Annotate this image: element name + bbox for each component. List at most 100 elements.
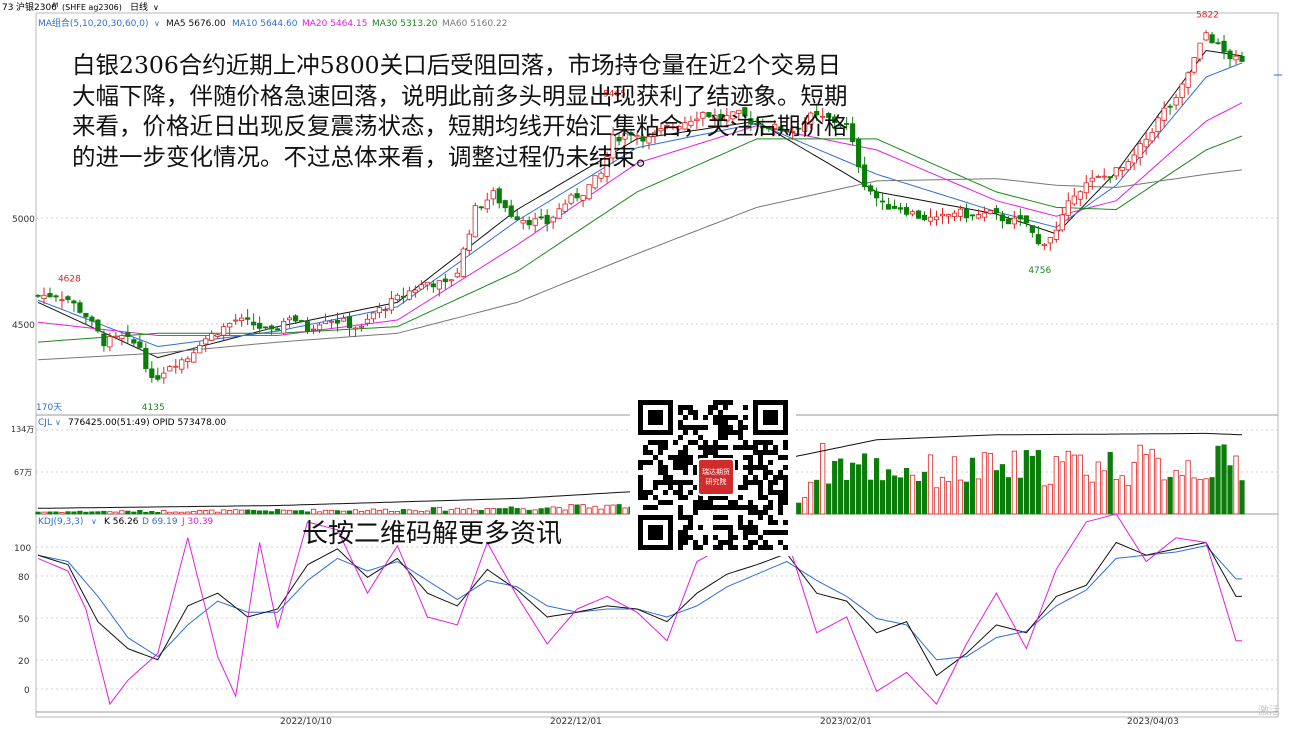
candle-body bbox=[418, 284, 424, 290]
qr-module bbox=[763, 495, 768, 500]
qr-module bbox=[738, 525, 743, 530]
qr-module bbox=[683, 530, 688, 535]
qr-module bbox=[688, 515, 693, 520]
volume-bar bbox=[125, 510, 131, 515]
candle-body bbox=[993, 208, 1000, 214]
volume-bar bbox=[1065, 450, 1071, 515]
volume-bar bbox=[203, 510, 209, 515]
qr-module bbox=[693, 415, 698, 420]
kdj-label[interactable]: KDJ(9,3,3) bbox=[38, 517, 83, 527]
qr-module bbox=[713, 400, 718, 405]
qr-module bbox=[658, 460, 663, 465]
volume-bar bbox=[616, 504, 622, 515]
candle-body bbox=[724, 115, 730, 122]
volume-bar bbox=[856, 464, 862, 515]
candle-body bbox=[526, 219, 532, 226]
qr-module bbox=[763, 440, 768, 445]
price-mark-4756: 4756 bbox=[1028, 266, 1051, 276]
chart-frame bbox=[35, 12, 1279, 718]
qr-module bbox=[653, 485, 658, 490]
volume-bar bbox=[1191, 477, 1197, 515]
volume-bar bbox=[939, 476, 946, 515]
volume-bar bbox=[975, 478, 982, 515]
kdj-d-value: D 69.19 bbox=[142, 517, 178, 527]
cjl-label[interactable]: CJL bbox=[38, 418, 52, 428]
cjl-dropdown-icon[interactable]: ∨ bbox=[55, 418, 61, 427]
ma5-value: MA5 5676.00 bbox=[166, 19, 226, 29]
qr-module bbox=[743, 475, 748, 480]
qr-module bbox=[638, 490, 643, 495]
qr-module bbox=[728, 505, 733, 510]
header-symbol[interactable]: 沪银2306 bbox=[16, 1, 57, 13]
volume-bar bbox=[41, 511, 47, 515]
candle-body bbox=[215, 334, 221, 337]
kdj-dropdown-icon[interactable]: ∨ bbox=[91, 517, 97, 526]
header-period[interactable]: 日线 bbox=[130, 1, 148, 13]
candle-body bbox=[1155, 117, 1161, 133]
candle-body bbox=[568, 194, 574, 204]
volume-bar bbox=[107, 511, 113, 515]
qr-module bbox=[683, 450, 688, 455]
candle-body bbox=[688, 120, 694, 126]
candle-body bbox=[574, 193, 580, 199]
candle-body bbox=[586, 184, 592, 200]
period-dropdown-icon[interactable]: ∨ bbox=[153, 3, 159, 12]
qr-module bbox=[713, 440, 718, 445]
volume-bar bbox=[1011, 450, 1017, 515]
qr-module bbox=[638, 495, 643, 500]
qr-module bbox=[748, 460, 753, 465]
ma-line-ma10 bbox=[37, 62, 1243, 348]
volume-bar bbox=[1233, 455, 1239, 515]
kline-chart[interactable]: 73 沪银2306 M (SHFE ag2306) 日线 ∨ MA组合(5,10… bbox=[0, 0, 1290, 731]
qr-module bbox=[673, 490, 678, 495]
ma-legend-label[interactable]: MA组合(5,10,20,30,60,0) bbox=[38, 17, 149, 29]
qr-module bbox=[718, 425, 723, 430]
qr-module bbox=[683, 525, 688, 530]
qr-module bbox=[733, 415, 738, 420]
header-symbol-sup: M bbox=[53, 2, 58, 9]
qr-module bbox=[753, 505, 758, 510]
candle-body bbox=[101, 333, 107, 347]
qr-module bbox=[648, 450, 653, 455]
qr-module bbox=[678, 530, 683, 535]
candle-body bbox=[454, 272, 460, 278]
qr-module bbox=[773, 480, 778, 485]
candle-body bbox=[263, 326, 269, 329]
candle-body bbox=[1221, 40, 1227, 53]
qr-module bbox=[728, 540, 733, 545]
candle-body bbox=[694, 118, 700, 121]
kdj-line-d bbox=[37, 545, 1242, 661]
qr-module bbox=[653, 495, 658, 500]
qr-module bbox=[678, 515, 683, 520]
qr-module bbox=[743, 505, 748, 510]
candle-body bbox=[209, 333, 215, 341]
qr-module bbox=[733, 500, 738, 505]
qr-module bbox=[693, 430, 698, 435]
ma-dropdown-icon[interactable]: ∨ bbox=[154, 19, 160, 28]
qr-module bbox=[658, 500, 663, 505]
candle-body bbox=[239, 317, 245, 321]
range-label[interactable]: 170天 bbox=[36, 403, 62, 413]
qr-module bbox=[703, 440, 708, 445]
qr-module bbox=[783, 475, 788, 480]
qr-module bbox=[758, 515, 763, 520]
candle-body bbox=[1203, 32, 1209, 41]
qr-module bbox=[748, 525, 753, 530]
qr-module bbox=[673, 460, 678, 465]
candle-body bbox=[364, 318, 371, 324]
candle-body bbox=[137, 341, 143, 348]
volume-bar bbox=[286, 509, 293, 515]
candles[interactable] bbox=[35, 30, 1245, 384]
volume-bar bbox=[993, 470, 1000, 515]
volume-axis-134: 134万 bbox=[11, 425, 34, 434]
qr-module bbox=[683, 445, 688, 450]
candle-body bbox=[538, 216, 544, 219]
candle-body bbox=[322, 320, 329, 324]
volume-bar bbox=[826, 483, 832, 515]
candle-body bbox=[1185, 72, 1191, 88]
candle-body bbox=[814, 110, 820, 116]
qr-module bbox=[723, 405, 728, 410]
qr-module bbox=[768, 545, 773, 550]
qr-module bbox=[763, 445, 768, 450]
qr-module bbox=[758, 455, 763, 460]
